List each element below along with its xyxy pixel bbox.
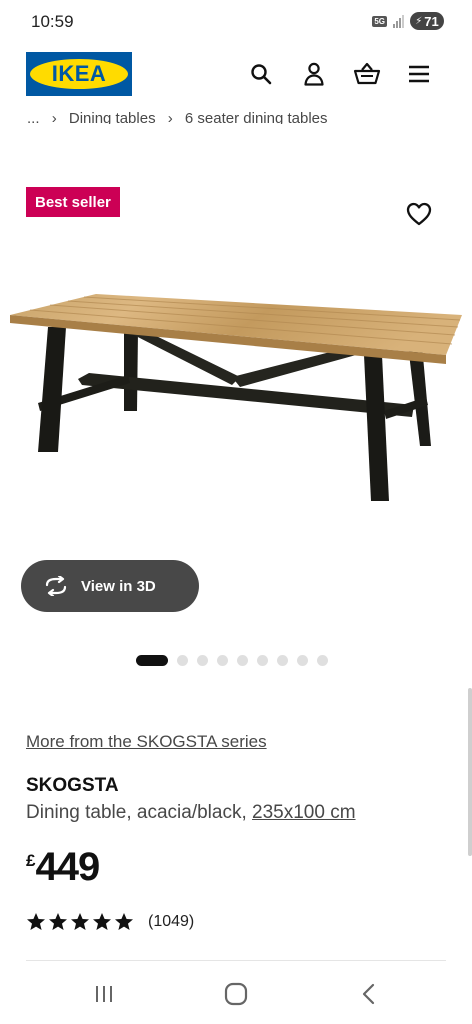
carousel-dot[interactable] <box>197 654 208 666</box>
site-header: IKEA <box>0 44 472 106</box>
carousel-dot[interactable] <box>297 654 308 666</box>
carousel-dot[interactable] <box>317 654 328 666</box>
rotate-3d-icon <box>45 576 67 596</box>
system-nav-bar <box>0 962 472 1024</box>
price-amount: 449 <box>35 845 100 889</box>
view-in-3d-label: View in 3D <box>81 577 156 595</box>
star-icon <box>115 913 133 930</box>
product-description: Dining table, acacia/black, 235x100 cm <box>26 802 356 824</box>
product-price: £ 449 <box>26 845 100 889</box>
carousel-indicator <box>136 654 328 666</box>
ikea-logo[interactable]: IKEA <box>26 52 132 96</box>
breadcrumb-separator-icon: › <box>51 110 57 124</box>
price-currency: £ <box>26 851 36 870</box>
basket-icon[interactable] <box>352 59 382 89</box>
recent-apps-icon[interactable] <box>89 979 119 1009</box>
breadcrumb-item[interactable]: 6 seater dining tables <box>185 110 328 124</box>
star-icon <box>49 913 67 930</box>
logo-oval: IKEA <box>30 59 128 89</box>
network-5g-icon: 5G <box>372 15 387 27</box>
status-icons: 5G ⚡ 71 <box>372 12 444 30</box>
carousel-dot[interactable] <box>277 654 288 666</box>
product-rating[interactable]: (1049) <box>26 912 194 932</box>
page-scrollbar[interactable] <box>468 688 472 856</box>
account-icon[interactable] <box>299 59 329 89</box>
product-name: SKOGSTA <box>26 775 119 796</box>
battery-level: 71 <box>424 13 439 29</box>
breadcrumb-separator-icon: › <box>167 110 173 124</box>
best-seller-badge: Best seller <box>26 187 120 217</box>
rating-count: (1049) <box>148 913 195 930</box>
breadcrumb-inner: ... › Dining tables › 6 seater dining ta… <box>27 110 336 124</box>
series-link[interactable]: More from the SKOGSTA series <box>26 732 267 752</box>
status-bar: 10:59 5G ⚡ 71 <box>0 0 472 44</box>
nav-divider <box>26 960 446 961</box>
carousel-dot[interactable] <box>237 654 248 666</box>
carousel-dot[interactable] <box>217 654 228 666</box>
carousel-dot[interactable] <box>177 654 188 666</box>
header-fade <box>0 104 472 110</box>
star-icon <box>71 913 89 930</box>
star-icon <box>27 913 45 930</box>
charging-icon: ⚡ <box>415 15 423 27</box>
product-description-text: Dining table, acacia/black, <box>26 802 247 823</box>
signal-icon <box>393 14 404 28</box>
product-image[interactable] <box>0 285 472 510</box>
star-icon <box>93 913 111 930</box>
product-size-link[interactable]: 235x100 cm <box>252 802 356 823</box>
battery-icon: ⚡ 71 <box>410 12 444 30</box>
status-time: 10:59 <box>31 12 74 31</box>
favourite-heart-icon[interactable] <box>404 199 434 229</box>
search-icon[interactable] <box>246 59 276 89</box>
home-icon[interactable] <box>221 979 251 1009</box>
breadcrumb-item[interactable]: Dining tables <box>69 110 156 124</box>
logo-text: IKEA <box>51 61 107 86</box>
carousel-dot[interactable] <box>257 654 268 666</box>
carousel-dot-active[interactable] <box>136 654 168 666</box>
menu-icon[interactable] <box>404 59 434 89</box>
view-in-3d-button[interactable]: View in 3D <box>21 560 199 612</box>
back-icon[interactable] <box>354 979 384 1009</box>
breadcrumb-item[interactable]: ... <box>27 110 40 124</box>
